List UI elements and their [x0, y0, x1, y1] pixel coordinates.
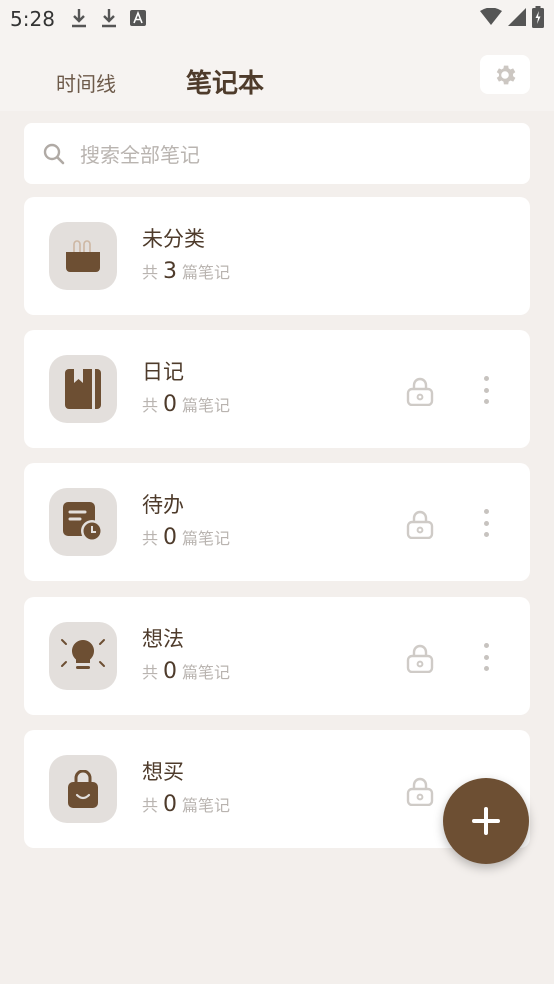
signal-icon [508, 8, 526, 26]
battery-icon [532, 6, 544, 28]
notebook-count: 共 0 篇笔记 [142, 659, 230, 684]
notebook-icon-container [49, 488, 117, 556]
notebook-icon-container [49, 755, 117, 823]
count-suffix: 篇笔记 [182, 396, 231, 415]
more-options-icon[interactable] [479, 376, 493, 404]
notebook-count: 共 0 篇笔记 [142, 792, 230, 817]
lightbulb-icon [61, 639, 105, 669]
notebook-icon-container [49, 355, 117, 423]
settings-button[interactable] [480, 55, 530, 94]
todo-clock-icon [63, 502, 103, 542]
more-options-icon[interactable] [479, 643, 493, 671]
more-options-icon[interactable] [479, 509, 493, 537]
lock-icon[interactable] [406, 643, 434, 673]
lock-icon[interactable] [406, 776, 434, 806]
status-time: 5:28 [10, 7, 55, 31]
tab-timeline[interactable]: 时间线 [56, 68, 116, 97]
shopping-bag-icon [68, 770, 98, 808]
count-prefix: 共 [142, 663, 159, 682]
diary-book-icon [65, 369, 101, 409]
download-icon [102, 9, 116, 28]
notebook-title: 想买 [142, 760, 184, 784]
wifi-icon [480, 8, 502, 25]
search-icon [43, 143, 65, 164]
lock-icon[interactable] [406, 509, 434, 539]
notebook-card-ideas[interactable]: 想法 共 0 篇笔记 [24, 597, 530, 715]
count-number: 0 [163, 525, 178, 550]
notebook-icon-container [49, 222, 117, 290]
count-suffix: 篇笔记 [182, 796, 231, 815]
basket-icon [66, 240, 100, 272]
notebook-count: 共 3 篇笔记 [142, 259, 230, 284]
count-number: 0 [163, 792, 178, 817]
add-notebook-button[interactable] [443, 778, 529, 864]
count-prefix: 共 [142, 796, 159, 815]
count-suffix: 篇笔记 [182, 529, 231, 548]
count-number: 3 [163, 259, 178, 284]
lock-icon[interactable] [406, 376, 434, 406]
count-prefix: 共 [142, 529, 159, 548]
header: 时间线 笔记本 [0, 38, 554, 111]
notebook-count: 共 0 篇笔记 [142, 525, 230, 550]
notebook-card-todo[interactable]: 待办 共 0 篇笔记 [24, 463, 530, 581]
count-prefix: 共 [142, 396, 159, 415]
notebook-card-uncategorized[interactable]: 未分类 共 3 篇笔记 [24, 197, 530, 315]
gear-icon [496, 65, 516, 84]
search-bar[interactable]: 搜索全部笔记 [24, 123, 530, 184]
font-app-icon [130, 10, 146, 26]
count-suffix: 篇笔记 [182, 263, 231, 282]
notebook-title: 待办 [142, 493, 184, 517]
notebook-count: 共 0 篇笔记 [142, 392, 230, 417]
plus-icon [472, 807, 500, 835]
count-number: 0 [163, 659, 178, 684]
count-number: 0 [163, 392, 178, 417]
notebook-title: 想法 [142, 627, 184, 651]
notebook-title: 日记 [142, 360, 184, 384]
notebook-icon-container [49, 622, 117, 690]
status-bar: 5:28 [0, 0, 554, 38]
count-prefix: 共 [142, 263, 159, 282]
tab-notebook[interactable]: 笔记本 [186, 63, 264, 100]
search-input[interactable]: 搜索全部笔记 [80, 139, 200, 168]
notebook-card-diary[interactable]: 日记 共 0 篇笔记 [24, 330, 530, 448]
notebook-title: 未分类 [142, 227, 205, 251]
count-suffix: 篇笔记 [182, 663, 231, 682]
download-icon [72, 9, 86, 28]
